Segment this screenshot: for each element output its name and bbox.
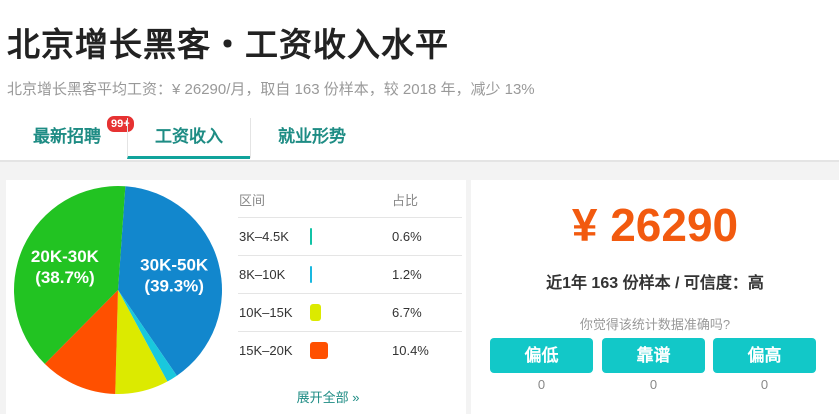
slice-percent-label: (39.3%) xyxy=(144,277,204,296)
percent-bar xyxy=(310,266,313,283)
table-row: 3K–4.5K 0.6% xyxy=(238,218,462,256)
percent-cell: 10.4% xyxy=(392,343,429,358)
vote-high-button[interactable]: 偏高 xyxy=(713,338,816,373)
page-header: 北京增长黑客・工资收入水平 北京增长黑客平均工资：¥ 26290/月，取自 16… xyxy=(0,0,839,162)
vote-accurate-button[interactable]: 靠谱 xyxy=(602,338,705,373)
average-salary: ¥ 26290 xyxy=(571,199,739,251)
slice-percent-label: (38.7%) xyxy=(35,268,95,287)
slice-label: 20K-30K xyxy=(31,247,100,266)
slice-label: 30K-50K xyxy=(140,256,209,275)
table-header: 区间 占比 xyxy=(238,188,462,218)
page-subtitle: 北京增长黑客平均工资：¥ 26290/月，取自 163 份样本，较 2018 年… xyxy=(7,81,535,98)
tab-latest-jobs[interactable]: 最新招聘 99+ xyxy=(8,115,135,158)
page-title: 北京增长黑客・工资收入水平 xyxy=(7,26,449,63)
salary-summary-panel: ¥ 26290 近1年 163 份样本 / 可信度：高 你觉得该统计数据准确吗?… xyxy=(471,180,839,414)
percent-cell: 6.7% xyxy=(392,305,422,320)
table-row: 8K–10K 1.2% xyxy=(238,256,462,294)
percent-bar xyxy=(310,304,322,321)
percent-cell: 1.2% xyxy=(392,267,422,282)
sample-info: 近1年 163 份样本 / 可信度：高 xyxy=(546,275,764,292)
salary-range-table: 区间 占比 3K–4.5K 0.6% 8K–10K 1.2% 10K–15K 6… xyxy=(238,188,462,369)
table-row: 10K–15K 6.7% xyxy=(238,294,462,332)
percent-column-header: 占比 xyxy=(392,193,419,208)
expand-all-link[interactable]: 展开全部 » xyxy=(238,387,418,406)
percent-cell: 0.6% xyxy=(392,229,422,244)
vote-high-count: 0 xyxy=(760,377,769,392)
tab-label: 最新招聘 xyxy=(33,127,101,146)
vote-accurate-count: 0 xyxy=(649,377,658,392)
tab-salary[interactable]: 工资收入 xyxy=(127,118,250,159)
range-cell: 8K–10K xyxy=(239,267,286,282)
salary-distribution-panel: 30K-50K (39.3%) 20K-30K (38.7%) 区间 占比 3K–4.… xyxy=(6,180,466,414)
range-cell: 3K–4.5K xyxy=(239,229,289,244)
range-column-header: 区间 xyxy=(239,193,266,208)
percent-bar xyxy=(310,342,328,359)
range-cell: 10K–15K xyxy=(239,305,293,320)
table-row: 15K–20K 10.4% xyxy=(238,332,462,369)
vote-low-count: 0 xyxy=(537,377,546,392)
salary-pie-chart: 30K-50K (39.3%) 20K-30K (38.7%) xyxy=(13,186,223,394)
range-cell: 15K–20K xyxy=(239,343,293,358)
vote-low-button[interactable]: 偏低 xyxy=(490,338,593,373)
tab-bar: 最新招聘 99+ 工资收入 就业形势 xyxy=(0,115,839,162)
accuracy-question: 你觉得该统计数据准确吗? xyxy=(579,317,731,332)
percent-bar xyxy=(310,228,312,245)
tab-employment[interactable]: 就业形势 xyxy=(250,118,373,158)
